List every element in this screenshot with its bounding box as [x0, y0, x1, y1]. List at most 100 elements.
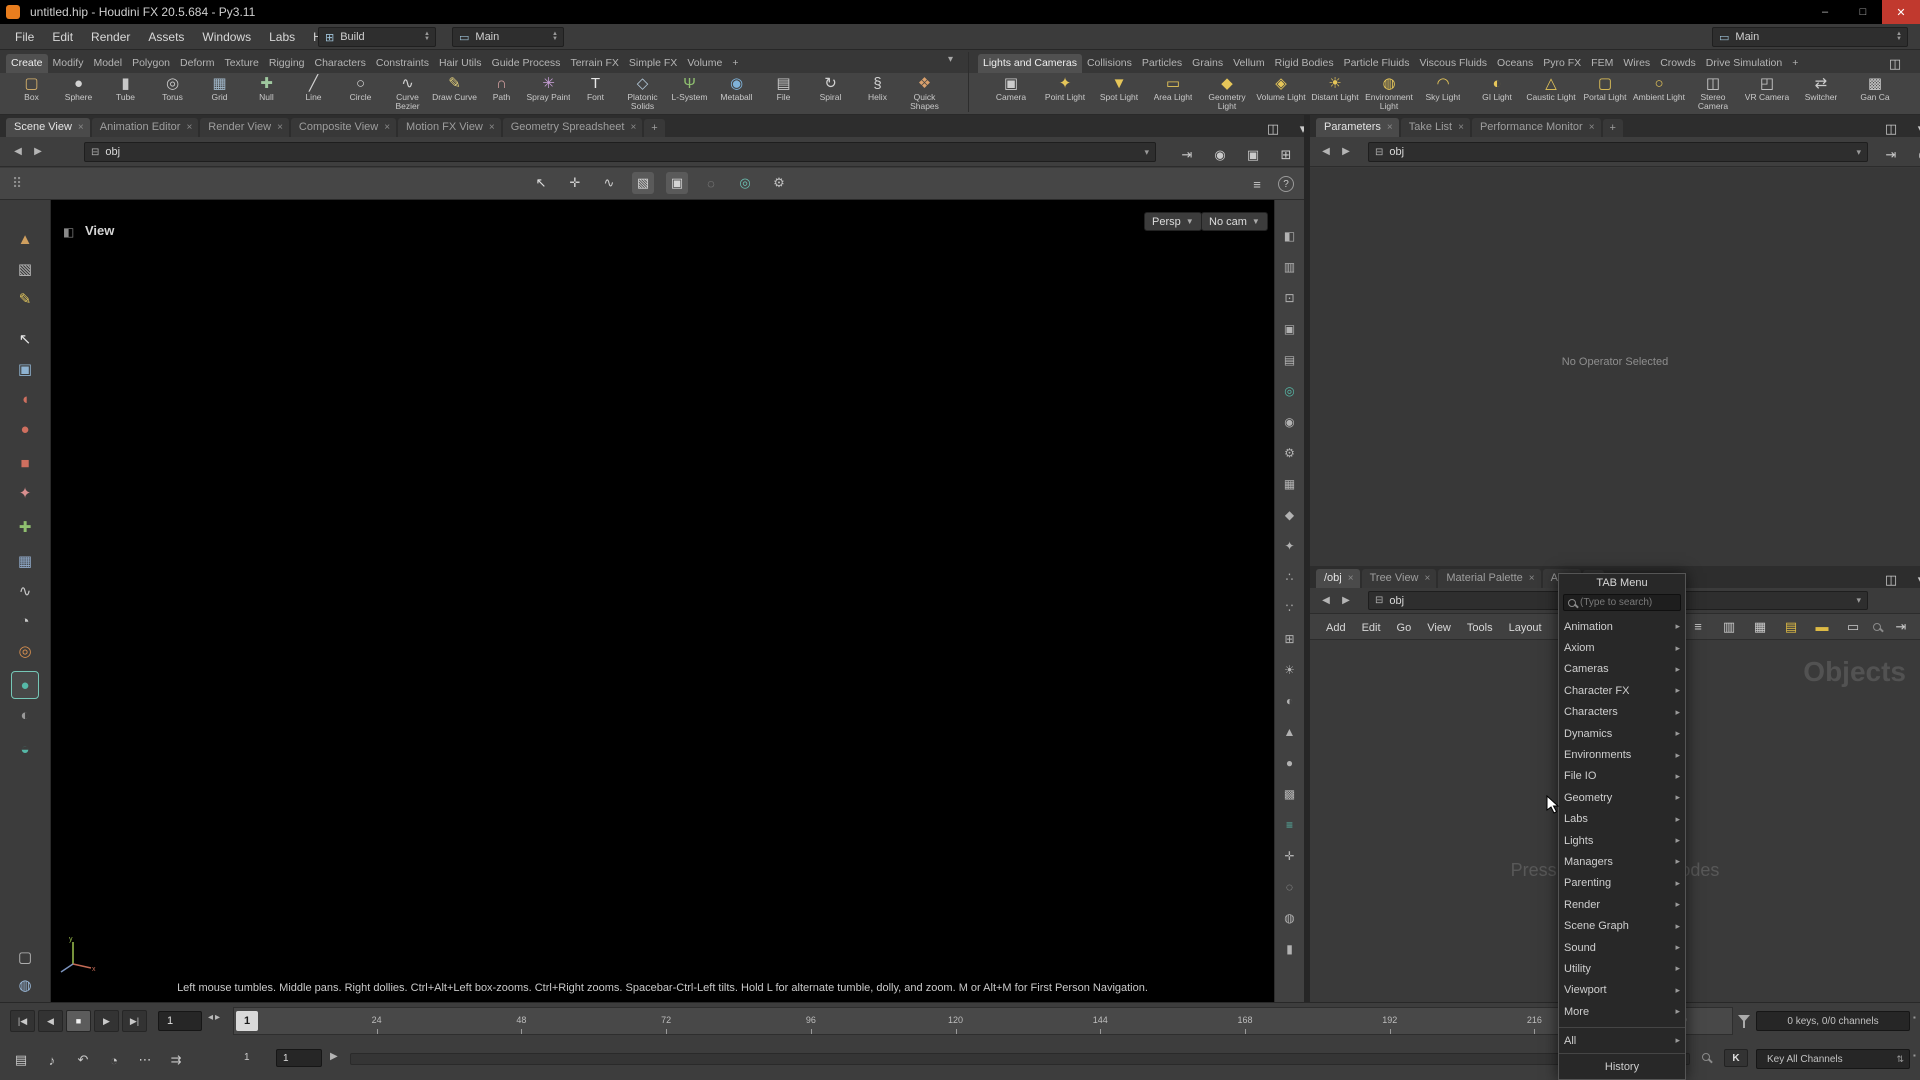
tabmenu-item-animation[interactable]: Animation ▸ — [1559, 616, 1685, 637]
lock-icon[interactable]: ▪ — [1913, 1051, 1916, 1060]
shelf-tab-guide-process[interactable]: Guide Process — [487, 54, 566, 73]
area-select-icon[interactable]: ◌ — [700, 172, 722, 194]
shelf-tool-gi-light[interactable]: ◐ GI Light — [1470, 73, 1524, 115]
undo-icon[interactable]: ↶ — [72, 1049, 94, 1071]
shelf-tool-sky-light[interactable]: ◠ Sky Light — [1416, 73, 1470, 115]
shelf-tool-distant-light[interactable]: ☀ Distant Light — [1308, 73, 1362, 115]
net-columns-icon[interactable]: ▥ — [1718, 616, 1740, 638]
toolbox-pot-icon[interactable]: ◒ — [12, 736, 38, 762]
camera-list-icon[interactable]: ▣ — [1280, 319, 1300, 339]
pane-menu-icon[interactable]: ▾ — [1913, 53, 1920, 75]
shelf-tab-oceans[interactable]: Oceans — [1492, 54, 1538, 73]
follow-selection-icon[interactable]: ◉ — [1209, 144, 1231, 166]
shelf-overflow-icon[interactable]: ▾ — [948, 54, 953, 65]
pane-layout-icon[interactable]: ▥ — [1280, 257, 1300, 277]
shelf-tab-grains[interactable]: Grains — [1187, 54, 1228, 73]
pane-tab-parameters[interactable]: Parameters × — [1316, 118, 1399, 137]
tabmenu-item-history[interactable]: History — [1559, 1056, 1685, 1077]
tab-menu-search-input[interactable]: (Type to search) — [1563, 594, 1681, 611]
toolbox-globe-icon[interactable]: ◐ — [12, 702, 38, 728]
normals-icon[interactable]: ✦ — [1280, 536, 1300, 556]
close-tab-icon[interactable]: × — [1348, 573, 1354, 584]
pane-split-icon[interactable]: ◫ — [1884, 53, 1906, 75]
tabmenu-item-scene-graph[interactable]: Scene Graph ▸ — [1559, 915, 1685, 936]
material-icon[interactable]: ● — [1280, 753, 1300, 773]
shelf-tool-area-light[interactable]: ▭ Area Light — [1146, 73, 1200, 115]
toolbox-curve-icon[interactable]: ∿ — [12, 578, 38, 604]
tabmenu-item-labs[interactable]: Labs ▸ — [1559, 809, 1685, 830]
playbar-more-icon[interactable]: ⋯ — [134, 1049, 156, 1071]
grid-display-icon[interactable]: ⊞ — [1280, 629, 1300, 649]
edit-curve-icon[interactable]: ∿ — [598, 172, 620, 194]
path-dropdown-icon[interactable]: ▾ — [1856, 595, 1867, 606]
close-tab-icon[interactable]: × — [1387, 122, 1393, 133]
close-tab-icon[interactable]: × — [277, 122, 283, 133]
visibility-icon[interactable]: ◍ — [1280, 908, 1300, 928]
shelf-tool-spiral[interactable]: ↻ Spiral — [807, 73, 854, 115]
shelf-tab-wires[interactable]: Wires — [1618, 54, 1655, 73]
menu-labs[interactable]: Labs — [260, 30, 304, 44]
toolbox-paint-icon[interactable]: ✎ — [12, 286, 38, 312]
shelf-tab-modify[interactable]: Modify — [48, 54, 89, 73]
tabmenu-item-parenting[interactable]: Parenting ▸ — [1559, 873, 1685, 894]
viewport-options-icon[interactable]: ⚙ — [768, 172, 790, 194]
shelf-tab-constraints[interactable]: Constraints — [371, 54, 434, 73]
viewport-3d[interactable]: ◧ View Persp ▼ No cam ▼ y x Left mouse t… — [51, 200, 1274, 1002]
tabmenu-item-environments[interactable]: Environments ▸ — [1559, 744, 1685, 765]
shelf-tab-add[interactable]: + — [727, 54, 743, 73]
shelf-tool-camera[interactable]: ▣ Camera — [984, 73, 1038, 115]
viewport-menu-icon[interactable]: ◧ — [63, 225, 74, 239]
spinner-icon[interactable]: ⇅ — [1896, 1054, 1909, 1065]
path-dropdown-icon[interactable]: ▾ — [1856, 147, 1867, 158]
back-icon[interactable]: ◀ — [1318, 593, 1334, 609]
tabmenu-item-dynamics[interactable]: Dynamics ▸ — [1559, 723, 1685, 744]
shelf-tool-helix[interactable]: § Helix — [854, 73, 901, 115]
handles-display-icon[interactable]: ✛ — [1280, 846, 1300, 866]
close-tab-icon[interactable]: × — [1529, 573, 1535, 584]
channel-search-icon[interactable] — [1702, 1053, 1710, 1061]
menu-file[interactable]: File — [6, 30, 43, 44]
key-all-channels-field[interactable]: Key All Channels ⇅ — [1756, 1049, 1910, 1069]
pane-tab-composite-view[interactable]: Composite View × — [290, 118, 397, 137]
lighting-icon[interactable]: ☀ — [1280, 660, 1300, 680]
wireframe-icon[interactable]: ▦ — [1280, 474, 1300, 494]
shelf-tab-volume[interactable]: Volume — [682, 54, 727, 73]
shelf-tab-lights-and-cameras[interactable]: Lights and Cameras — [978, 54, 1082, 73]
camera-link-icon[interactable]: ▣ — [1242, 144, 1264, 166]
pane-tab-add[interactable]: + — [1602, 119, 1623, 137]
shelf-tool-draw-curve[interactable]: ✎ Draw Curve — [431, 73, 478, 115]
pin-pane-icon[interactable]: ⇥ — [1176, 144, 1198, 166]
shelf-tool-l-system[interactable]: Ψ L-System — [666, 73, 713, 115]
shelf-tool-null[interactable]: ✚ Null — [243, 73, 290, 115]
shelf-tab-create[interactable]: Create — [6, 54, 48, 73]
shelf-tool-file[interactable]: ▤ File — [760, 73, 807, 115]
close-tab-icon[interactable]: × — [1425, 573, 1431, 584]
maximize-button[interactable]: □ — [1844, 0, 1882, 24]
shelf-tab-particles[interactable]: Particles — [1137, 54, 1187, 73]
tabmenu-item-cameras[interactable]: Cameras ▸ — [1559, 659, 1685, 680]
box-select-icon[interactable]: ▧ — [632, 172, 654, 194]
shelf-tool-spray-paint[interactable]: ✳ Spray Paint — [525, 73, 572, 115]
translate-handle-icon[interactable]: ✛ — [564, 172, 586, 194]
filter-icon[interactable] — [1738, 1015, 1750, 1028]
shelf-tab-fem[interactable]: FEM — [1586, 54, 1618, 73]
view-mode-icon[interactable]: ◧ — [1280, 226, 1300, 246]
toolbox-profile-icon[interactable]: ◔ — [12, 608, 38, 634]
net-thumbs-icon[interactable]: ▦ — [1749, 616, 1771, 638]
close-tab-icon[interactable]: × — [489, 122, 495, 133]
toolbox-transform-icon[interactable]: ✚ — [12, 514, 38, 540]
shelf-tool-tube[interactable]: ▮ Tube — [102, 73, 149, 115]
toolbox-character-icon[interactable]: ✦ — [12, 480, 38, 506]
render-view-icon[interactable]: ◎ — [1280, 381, 1300, 401]
scene-path-field[interactable]: ⊟ obj ▾ — [84, 142, 1156, 162]
shelf-tab-hair-utils[interactable]: Hair Utils — [434, 54, 487, 73]
shelf-tab-model[interactable]: Model — [88, 54, 127, 73]
net-pin-icon[interactable]: ⇥ — [1890, 616, 1912, 638]
audio-options-icon[interactable]: ♪ — [41, 1049, 63, 1071]
toolbox-select-icon[interactable]: ↖ — [12, 326, 38, 352]
snapshot-strip-icon[interactable]: ◉ — [1280, 412, 1300, 432]
toolbox-earth-icon[interactable]: ◍ — [12, 972, 38, 998]
net-sticky-note-icon[interactable]: ▬ — [1811, 616, 1833, 638]
close-tab-icon[interactable]: × — [1458, 122, 1464, 133]
shelf-tab-add[interactable]: + — [1787, 54, 1803, 73]
